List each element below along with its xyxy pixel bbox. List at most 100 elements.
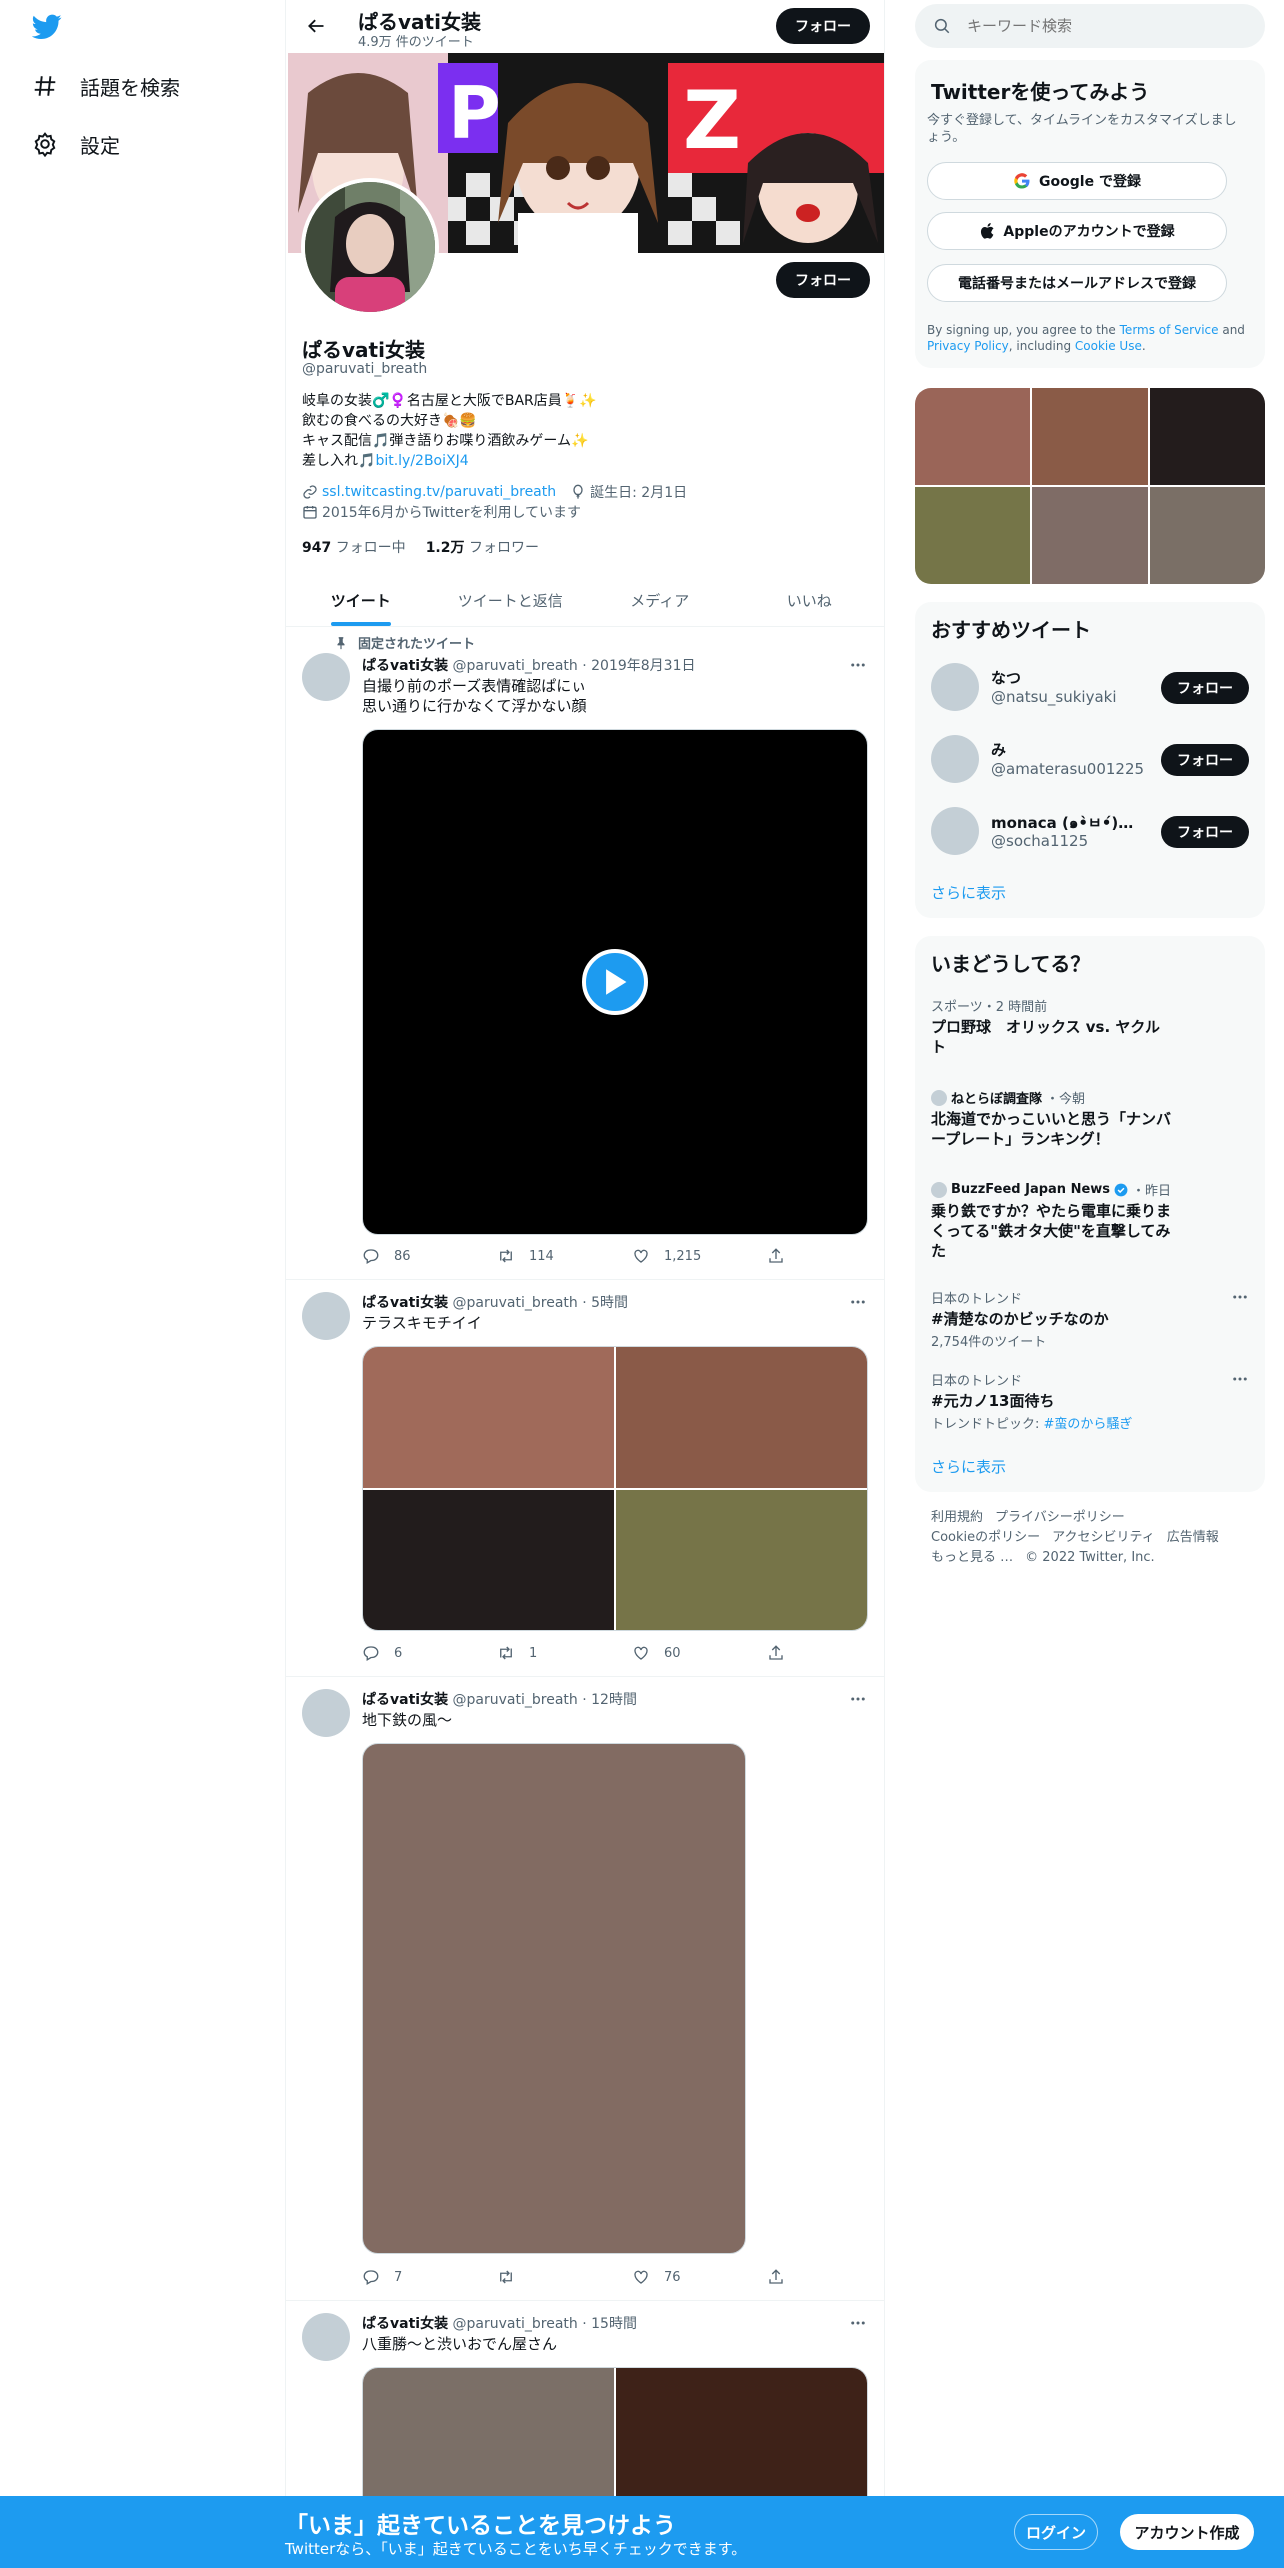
cookie-link[interactable]: Cookie Use [1075, 339, 1142, 353]
more-icon[interactable] [1231, 1370, 1249, 1388]
profile-avatar[interactable] [301, 178, 439, 316]
recommended-user[interactable]: み @amaterasu001225 フォロー [931, 732, 1249, 786]
like-button[interactable]: 76 [632, 2268, 702, 2286]
play-icon[interactable] [582, 949, 648, 1015]
followers-stat[interactable]: 1.2万 フォロワー [426, 537, 539, 557]
media-thumb[interactable] [1032, 487, 1148, 584]
tweet-avatar[interactable] [302, 2313, 350, 2361]
recommended-show-more[interactable]: さらに表示 [931, 882, 1006, 903]
tweet-pinned[interactable]: 固定されたツイート ぱるvati女装 @paruvati_breath · 20… [286, 627, 884, 1280]
tweet-image[interactable] [362, 1743, 746, 2254]
tweet-author-name[interactable]: ぱるvati女装 [362, 1295, 448, 1311]
header-follow-button[interactable]: フォロー [776, 8, 870, 44]
recommended-user[interactable]: monaca (๑•̀ㅂ•́)و再… @socha1125 フォロー [931, 804, 1249, 858]
terms-link[interactable]: Terms of Service [1120, 323, 1219, 337]
trend-item[interactable]: 日本のトレンド #元カノ13面待ち トレンドトピック: #蛮のから騒ぎ [931, 1370, 1249, 1432]
tweet-avatar[interactable] [302, 653, 350, 701]
tweet-author-name[interactable]: ぱるvati女装 [362, 2316, 448, 2332]
share-button[interactable] [767, 1644, 787, 1662]
login-button[interactable]: ログイン [1014, 2514, 1098, 2550]
following-stat[interactable]: 947 フォロー中 [302, 537, 406, 557]
trend-item[interactable]: スポーツ・2 時間前 プロ野球 オリックス vs. ヤクルト [931, 996, 1249, 1057]
tweet-video[interactable] [362, 729, 868, 1235]
avatar[interactable] [931, 735, 979, 783]
tab-tweets[interactable]: ツイート [286, 574, 436, 626]
footer-link[interactable]: アクセシビリティ [1052, 1530, 1155, 1545]
reply-button[interactable]: 7 [362, 2268, 432, 2286]
more-icon[interactable] [848, 1292, 868, 1312]
tweet-author-handle: @paruvati_breath [452, 658, 578, 674]
tweet[interactable]: ぱるvati女装 @paruvati_breath · 5時間 テラスキモチイイ… [286, 1280, 884, 1677]
more-icon[interactable] [848, 2313, 868, 2333]
tweet-time[interactable]: 5時間 [591, 1295, 628, 1311]
profile-follow-button[interactable]: フォロー [776, 262, 870, 298]
legal-text: By signing up, you agree to the [927, 323, 1120, 337]
tweet[interactable]: ぱるvati女装 @paruvati_breath · 12時間 地下鉄の風〜 … [286, 1677, 884, 2301]
trend-item[interactable]: ねとらぼ調査隊 ・今朝 北海道でかっこいいと思う「ナンバープレート」ランキング！ [931, 1088, 1249, 1149]
retweet-button[interactable]: 114 [497, 1247, 567, 1265]
tab-likes[interactable]: いいね [735, 574, 885, 626]
more-icon[interactable] [848, 1689, 868, 1709]
footer-link[interactable]: 利用規約 [931, 1510, 983, 1525]
search-input[interactable] [967, 17, 1227, 35]
recommended-user[interactable]: なつ @natsu_sukiyaki フォロー [931, 660, 1249, 714]
privacy-link[interactable]: Privacy Policy [927, 339, 1009, 353]
media-thumb[interactable] [915, 388, 1031, 485]
bio-link[interactable]: bit.ly/2BoiXJ4 [375, 453, 468, 469]
tweet-author-name[interactable]: ぱるvati女装 [362, 1692, 448, 1708]
nav-explore[interactable]: 話題を検索 [32, 68, 180, 104]
retweet-button[interactable]: 1 [497, 1644, 567, 1662]
retweet-button[interactable] [497, 2268, 567, 2286]
nav-settings[interactable]: 設定 [32, 126, 120, 162]
tweet-image[interactable] [363, 1347, 614, 1488]
back-arrow-icon[interactable] [304, 14, 328, 38]
trend-item[interactable]: 日本のトレンド #清楚なのかビッチなのか 2,754件のツイート [931, 1288, 1249, 1350]
avatar[interactable] [931, 663, 979, 711]
tweet-time[interactable]: 12時間 [591, 1692, 637, 1708]
phone-email-signup-button[interactable]: 電話番号またはメールアドレスで登録 [927, 264, 1227, 302]
footer-link[interactable]: 広告情報 [1167, 1530, 1219, 1545]
like-button[interactable]: 60 [632, 1644, 702, 1662]
footer-link[interactable]: Cookieのポリシー [931, 1530, 1040, 1545]
tweet-avatar[interactable] [302, 1292, 350, 1340]
tweet-avatar[interactable] [302, 1689, 350, 1737]
website-link[interactable]: ssl.twitcasting.tv/paruvati_breath [322, 484, 556, 500]
reply-button[interactable]: 6 [362, 1644, 432, 1662]
footer-link[interactable]: プライバシーポリシー [995, 1510, 1125, 1525]
search-box[interactable] [915, 4, 1265, 48]
trends-show-more[interactable]: さらに表示 [931, 1456, 1006, 1477]
tab-media[interactable]: メディア [585, 574, 735, 626]
trend-item[interactable]: BuzzFeed Japan News ・昨日 乗り鉄ですか？やたら電車に乗りま… [931, 1180, 1249, 1261]
follow-button[interactable]: フォロー [1161, 672, 1249, 704]
media-thumb[interactable] [915, 487, 1031, 584]
tweet-time[interactable]: 15時間 [591, 2316, 637, 2332]
share-button[interactable] [767, 2268, 787, 2286]
apple-signup-button[interactable]: Appleのアカウントで登録 [927, 212, 1227, 250]
tweet-image[interactable] [363, 1489, 614, 1630]
google-signup-button[interactable]: Google で登録 [927, 162, 1227, 200]
tweet-author-name[interactable]: ぱるvati女装 [362, 658, 448, 674]
more-icon[interactable] [848, 655, 868, 675]
signup-button[interactable]: アカウント作成 [1120, 2514, 1254, 2550]
more-icon[interactable] [1231, 1288, 1249, 1306]
share-button[interactable] [767, 1247, 787, 1265]
tweet-image[interactable] [616, 1489, 867, 1630]
verified-icon [1114, 1183, 1128, 1197]
tweet-image-grid[interactable] [362, 1346, 868, 1631]
media-thumb[interactable] [1149, 388, 1265, 485]
tab-tweets-replies[interactable]: ツイートと返信 [436, 574, 586, 626]
media-thumb[interactable] [1149, 487, 1265, 584]
avatar[interactable] [931, 807, 979, 855]
like-button[interactable]: 1,215 [632, 1247, 702, 1265]
tweet-image[interactable] [616, 1347, 867, 1488]
media-thumb[interactable] [1032, 388, 1148, 485]
trend-topic-link[interactable]: #蛮のから騒ぎ [1044, 1417, 1133, 1432]
retweet-icon [500, 1249, 512, 1263]
follow-button[interactable]: フォロー [1161, 816, 1249, 848]
twitter-logo-icon[interactable] [32, 14, 64, 42]
follow-button[interactable]: フォロー [1161, 744, 1249, 776]
tweet-time[interactable]: 2019年8月31日 [591, 658, 695, 674]
reply-button[interactable]: 86 [362, 1247, 432, 1265]
footer-more-link[interactable]: もっと見る … [931, 1550, 1013, 1565]
recommended-title: おすすめツイート [931, 618, 1091, 642]
